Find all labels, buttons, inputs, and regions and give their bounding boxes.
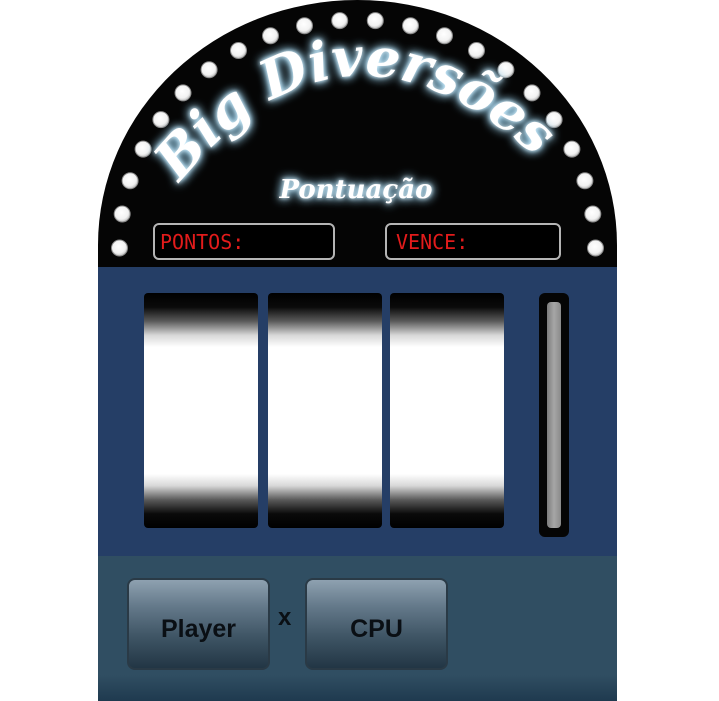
marquee-arch: Big Diversões Pontuação PONTOS: VENCE: — [98, 0, 617, 268]
wins-label: VENCE: — [396, 230, 468, 254]
light-bulb-icon — [174, 84, 192, 102]
light-bulb-icon — [113, 205, 131, 223]
light-bulb-icon — [262, 27, 279, 45]
light-bulb-icon — [111, 239, 128, 257]
cpu-button[interactable]: CPU — [305, 578, 448, 670]
points-label: PONTOS: — [160, 230, 244, 254]
points-display: PONTOS: — [153, 223, 335, 260]
light-bulb-icon — [436, 27, 453, 45]
light-bulb-icon — [584, 205, 602, 223]
reel-3 — [390, 293, 504, 528]
player-button[interactable]: Player — [127, 578, 270, 670]
light-bulb-icon — [576, 172, 594, 190]
light-bulb-icon — [587, 239, 604, 257]
light-bulb-icon — [121, 172, 139, 190]
lever-icon[interactable] — [547, 302, 561, 528]
reel-panel — [98, 267, 617, 556]
light-bulb-icon — [200, 61, 218, 79]
lever-slot — [539, 293, 569, 537]
subtitle-text: Pontuação — [279, 175, 433, 205]
reel-1 — [144, 293, 258, 528]
reel-2 — [268, 293, 382, 528]
wins-display: VENCE: — [385, 223, 561, 260]
light-bulb-icon — [230, 42, 247, 59]
light-bulb-icon — [563, 140, 581, 158]
slot-machine: Big Diversões Pontuação PONTOS: VENCE: P… — [98, 0, 617, 701]
versus-label: x — [278, 604, 292, 631]
control-panel: Player x CPU — [98, 556, 617, 701]
